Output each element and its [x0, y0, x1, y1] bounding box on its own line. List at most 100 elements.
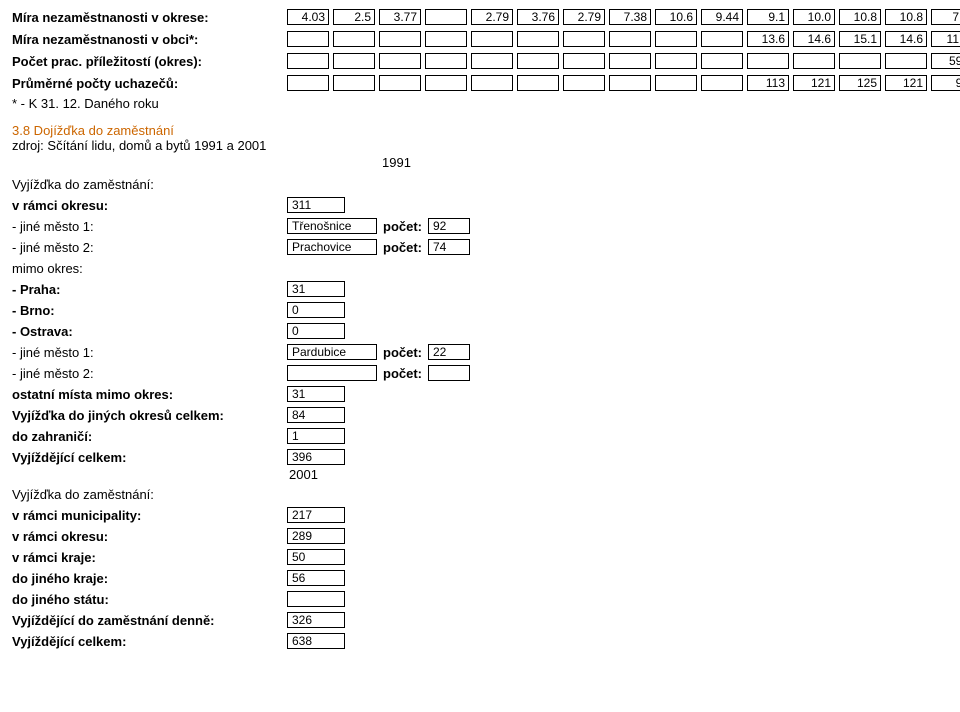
- jstat-val: [287, 591, 345, 607]
- section-title: 3.8 Dojížďka do zaměstnání: [12, 123, 174, 138]
- cell: 11.1: [931, 31, 960, 47]
- jineokr-label: Vyjížďka do jiných okresů celkem:: [12, 408, 287, 423]
- cell: 125: [839, 75, 881, 91]
- jkraj-label: do jiného kraje:: [12, 571, 287, 586]
- hdr-cells-3: 113 121 125 121 92 103: [287, 75, 960, 91]
- cell: 113: [747, 75, 789, 91]
- cell: [563, 75, 605, 91]
- sublabel-2001: Vyjížďka do zaměstnání:: [12, 487, 287, 502]
- kraj-label: v rámci kraje:: [12, 550, 287, 565]
- year-1991: 1991: [382, 155, 411, 170]
- cell: 121: [885, 75, 927, 91]
- cell: [287, 53, 329, 69]
- jine2-cnt: 74: [428, 239, 470, 255]
- cell: [517, 75, 559, 91]
- brno-val: 0: [287, 302, 345, 318]
- cell: [333, 75, 375, 91]
- hdr-label-1: Míra nezaměstnanosti v obci*:: [12, 32, 287, 47]
- cell: 14.6: [793, 31, 835, 47]
- cell: [287, 75, 329, 91]
- cell: 10.6: [655, 9, 697, 25]
- celkem2-val: 638: [287, 633, 345, 649]
- jineokr-val: 84: [287, 407, 345, 423]
- cell: [425, 31, 467, 47]
- cell: 3.77: [379, 9, 421, 25]
- cell: 10.8: [839, 9, 881, 25]
- header-row-2: Počet prac. příležitostí (okres): 592 10…: [12, 52, 948, 70]
- celkem1-label: Vyjíždějící celkem:: [12, 450, 287, 465]
- cell: 2.5: [333, 9, 375, 25]
- hdr-cells-2: 592 1051: [287, 53, 960, 69]
- cell: [425, 53, 467, 69]
- brno-label: - Brno:: [12, 303, 287, 318]
- okr-val: 289: [287, 528, 345, 544]
- mun-val: 217: [287, 507, 345, 523]
- jine1-cnt: 92: [428, 218, 470, 234]
- cell: [885, 53, 927, 69]
- pocet-label: počet:: [383, 345, 422, 360]
- cell: 121: [793, 75, 835, 91]
- jine2-txt: Prachovice: [287, 239, 377, 255]
- cell: [609, 53, 651, 69]
- cell: [701, 31, 743, 47]
- cell: [793, 53, 835, 69]
- pocet-label: počet:: [383, 219, 422, 234]
- hdr-label-3: Průměrné počty uchazečů:: [12, 76, 287, 91]
- praha-label: - Praha:: [12, 282, 287, 297]
- jineo2-txt: [287, 365, 377, 381]
- okr-label: v rámci okresu:: [12, 529, 287, 544]
- jine2-label: - jiné město 2:: [12, 240, 287, 255]
- jineo2-cnt: [428, 365, 470, 381]
- cell: 9.1: [747, 9, 789, 25]
- cell: [333, 31, 375, 47]
- header-row-3: Průměrné počty uchazečů: 113 121 125 121…: [12, 74, 948, 92]
- jineo1-cnt: 22: [428, 344, 470, 360]
- cell: [517, 53, 559, 69]
- hdr-label-0: Míra nezaměstnanosti v okrese:: [12, 10, 287, 25]
- cell: [701, 53, 743, 69]
- header-row-1: Míra nezaměstnanosti v obci*: 13.6 14.6 …: [12, 30, 948, 48]
- footnote: * - K 31. 12. Daného roku: [12, 96, 948, 111]
- cell: 15.1: [839, 31, 881, 47]
- den-val: 326: [287, 612, 345, 628]
- cell: [333, 53, 375, 69]
- okres-label: v rámci okresu:: [12, 198, 287, 213]
- ostrava-label: - Ostrava:: [12, 324, 287, 339]
- praha-val: 31: [287, 281, 345, 297]
- cell: 7.9: [931, 9, 960, 25]
- cell: [287, 31, 329, 47]
- cell: [655, 53, 697, 69]
- okres-val: 311: [287, 197, 345, 213]
- section-source: zdroj: Sčítání lidu, domů a bytů 1991 a …: [12, 138, 266, 153]
- cell: [471, 53, 513, 69]
- cell: [517, 31, 559, 47]
- cell: [563, 53, 605, 69]
- cell: 592: [931, 53, 960, 69]
- cell: 3.76: [517, 9, 559, 25]
- header-row-0: Míra nezaměstnanosti v okrese: 4.03 2.5 …: [12, 8, 948, 26]
- cell: [609, 31, 651, 47]
- cell: 9.44: [701, 9, 743, 25]
- section-header: 3.8 Dojížďka do zaměstnání zdroj: Sčítán…: [12, 123, 948, 153]
- jine1-label: - jiné město 1:: [12, 219, 287, 234]
- hdr-cells-1: 13.6 14.6 15.1 14.6 11.1 12.4: [287, 31, 960, 47]
- jineo1-txt: Pardubice: [287, 344, 377, 360]
- cell: [471, 31, 513, 47]
- cell: 7.38: [609, 9, 651, 25]
- cell: 92: [931, 75, 960, 91]
- year-2001: 2001: [289, 467, 318, 482]
- ostrava-val: 0: [287, 323, 345, 339]
- cell: [379, 31, 421, 47]
- sublabel-1991: Vyjížďka do zaměstnání:: [12, 177, 287, 192]
- pocet-label: počet:: [383, 240, 422, 255]
- ostatni-val: 31: [287, 386, 345, 402]
- jine1-txt: Třenošnice: [287, 218, 377, 234]
- jstat-label: do jiného státu:: [12, 592, 287, 607]
- cell: [471, 75, 513, 91]
- kraj-val: 50: [287, 549, 345, 565]
- cell: [655, 31, 697, 47]
- cell: 2.79: [563, 9, 605, 25]
- cell: [655, 75, 697, 91]
- jineo1-label: - jiné město 1:: [12, 345, 287, 360]
- cell: 2.79: [471, 9, 513, 25]
